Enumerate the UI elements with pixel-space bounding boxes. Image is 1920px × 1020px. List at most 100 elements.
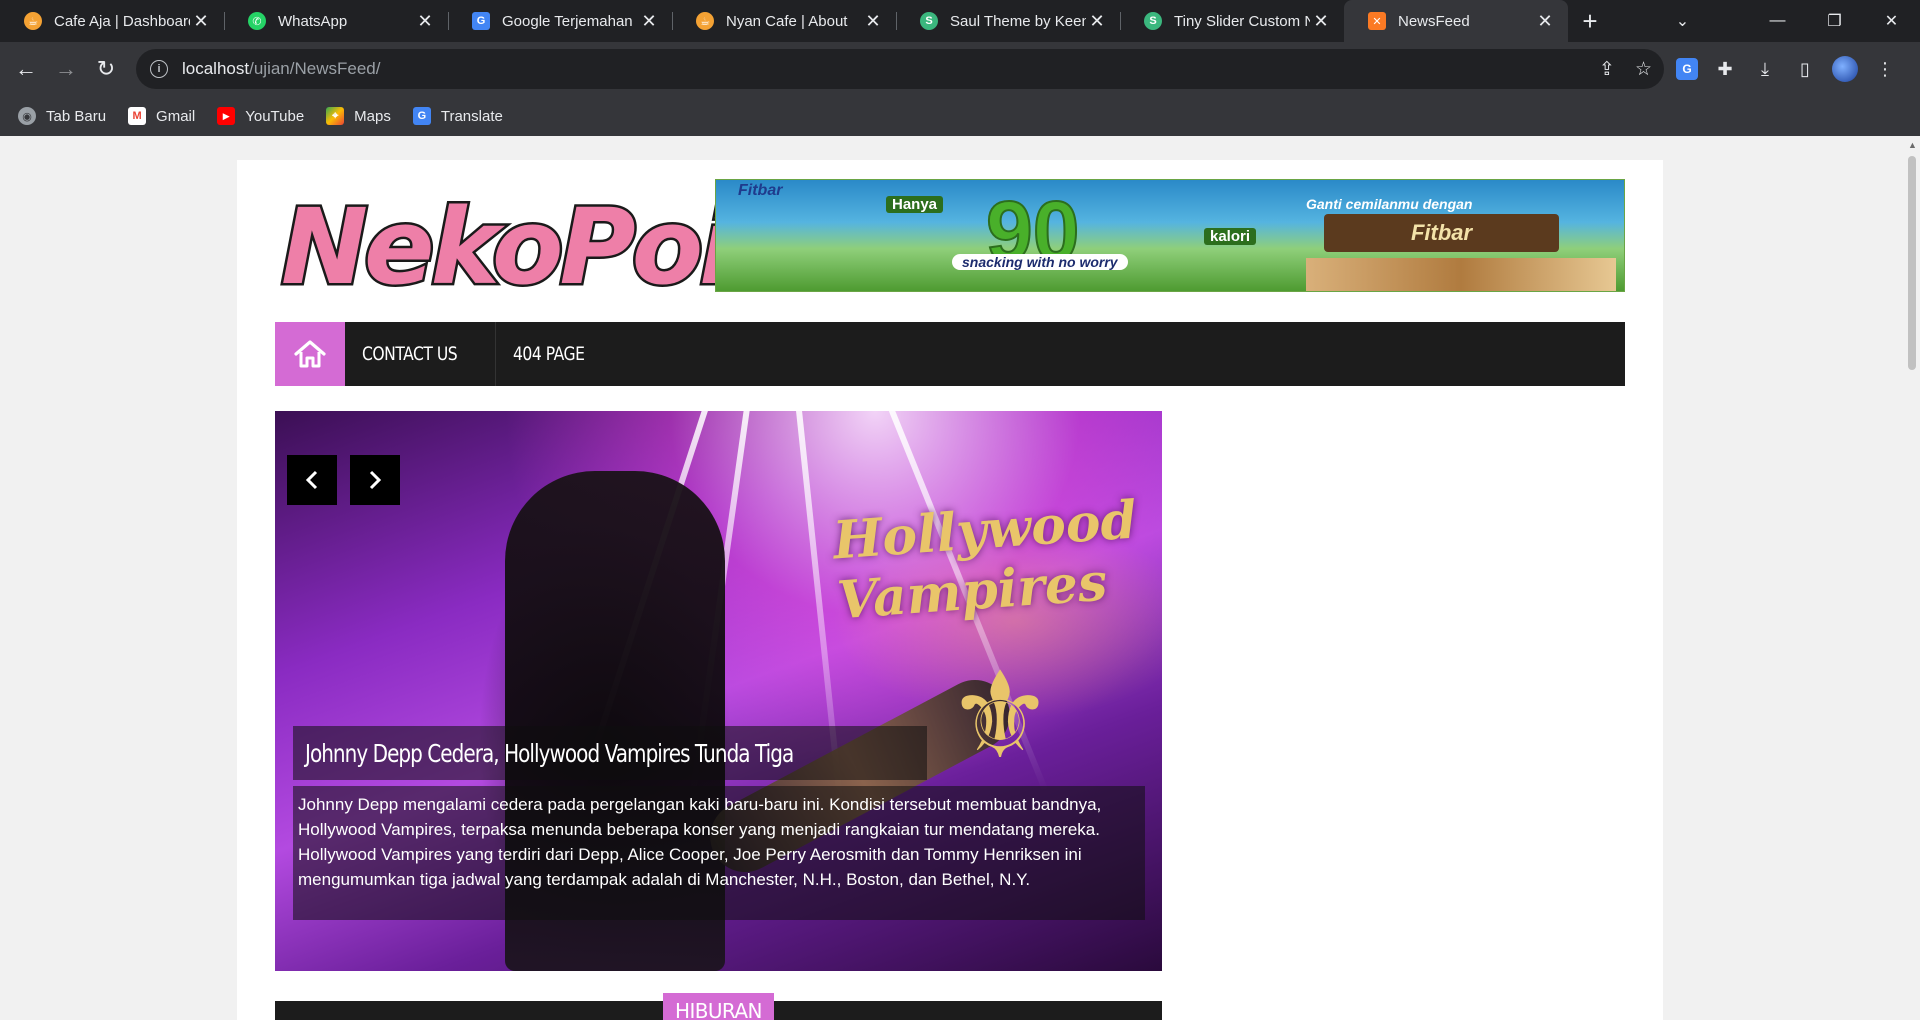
bookmark-label: Gmail <box>156 107 196 125</box>
bookmarks-bar: ◉ Tab Baru M Gmail ▶ YouTube ⌖ Maps G Tr… <box>0 96 1920 136</box>
bookmark-star-icon[interactable]: ☆ <box>1635 58 1652 81</box>
tab-google-translate[interactable]: G Google Terjemahan ✕ <box>448 0 672 42</box>
slide-title-text: Johnny Depp Cedera, Hollywood Vampires T… <box>305 738 794 768</box>
nav-contact-us[interactable]: Contact Us <box>345 322 497 386</box>
section-category-label[interactable]: HIBURAN <box>663 993 774 1020</box>
main-navigation: Contact Us 404 Page <box>275 322 1625 386</box>
tab-title: Cafe Aja | Dashboard <box>54 12 190 30</box>
tab-saul-theme[interactable]: S Saul Theme by Keenth ✕ <box>896 0 1120 42</box>
logo-text: NekoPoi <box>279 184 738 311</box>
close-icon[interactable]: ✕ <box>862 10 884 32</box>
banner-product: Fitbar <box>1324 214 1559 252</box>
banner-hanya: Hanya <box>886 196 944 213</box>
forward-arrow-icon[interactable]: → <box>46 49 86 89</box>
nav-404-page[interactable]: 404 Page <box>496 322 617 386</box>
saul-favicon-icon: S <box>1144 12 1162 30</box>
close-icon[interactable]: ✕ <box>1086 10 1108 32</box>
ad-banner[interactable]: Fitbar Hanya 90 kalori snacking with no … <box>715 179 1625 292</box>
slide-excerpt: Johnny Depp mengalami cedera pada pergel… <box>293 786 1145 920</box>
bookmark-maps[interactable]: ⌖ Maps <box>326 107 391 125</box>
banner-food-image <box>1306 258 1616 291</box>
cafe-favicon-icon: ☕ <box>24 12 42 30</box>
gmail-icon: M <box>128 107 147 125</box>
share-icon[interactable]: ⇪ <box>1599 58 1615 81</box>
download-icon[interactable]: ⤓ <box>1752 56 1778 82</box>
bookmark-tab-baru[interactable]: ◉ Tab Baru <box>18 107 106 125</box>
side-panel-icon[interactable]: ▯ <box>1792 56 1818 82</box>
tab-search-icon[interactable]: ⌄ <box>1654 0 1711 42</box>
info-icon[interactable]: i <box>150 60 168 78</box>
tab-whatsapp[interactable]: ✆ WhatsApp ✕ <box>224 0 448 42</box>
bookmark-translate[interactable]: G Translate <box>412 107 503 125</box>
close-icon[interactable]: ✕ <box>1310 10 1332 32</box>
puzzle-extensions-icon[interactable]: ✚ <box>1712 56 1738 82</box>
globe-icon: ◉ <box>18 107 36 125</box>
slider-next-button[interactable] <box>350 455 400 505</box>
bookmark-label: Tab Baru <box>46 107 107 125</box>
reload-icon[interactable]: ↻ <box>86 49 126 89</box>
slide-title[interactable]: Johnny Depp Cedera, Hollywood Vampires T… <box>293 726 928 780</box>
maps-icon: ⌖ <box>326 107 345 125</box>
browser-toolbar: ← → ↻ i localhost/ujian/NewsFeed/ ⇪ ☆ G … <box>0 42 1920 96</box>
url-host: localhost <box>182 59 250 78</box>
close-icon[interactable]: ✕ <box>1534 10 1556 32</box>
page-scrollbar[interactable]: ▲ <box>1904 136 1920 1020</box>
bookmark-label: YouTube <box>245 107 305 125</box>
tab-nyan-cafe[interactable]: ☕ Nyan Cafe | About ✕ <box>672 0 896 42</box>
home-button[interactable] <box>275 322 345 386</box>
banner-kalori: kalori <box>1204 228 1257 245</box>
tab-title: Google Terjemahan <box>502 12 633 30</box>
banner-brand: Fitbar <box>738 182 783 199</box>
youtube-icon: ▶ <box>217 107 236 125</box>
minimize-icon[interactable]: — <box>1749 0 1806 42</box>
close-window-icon[interactable]: ✕ <box>1863 0 1920 42</box>
scroll-up-icon[interactable]: ▲ <box>1908 140 1917 150</box>
saul-favicon-icon: S <box>920 12 938 30</box>
bat-emblem-icon: ⚜ <box>946 649 1054 783</box>
restore-icon[interactable]: ❐ <box>1806 0 1863 42</box>
page-viewport: NekoPoi Fitbar Hanya 90 kalori snacking … <box>0 136 1904 1020</box>
tab-title: Tiny Slider Custom Na <box>1174 12 1310 30</box>
tab-title: WhatsApp <box>278 12 348 30</box>
slider-prev-button[interactable] <box>287 455 337 505</box>
address-bar[interactable]: i localhost/ujian/NewsFeed/ ⇪ ☆ <box>136 49 1664 89</box>
chevron-left-icon <box>305 470 318 490</box>
close-icon[interactable]: ✕ <box>190 10 212 32</box>
profile-avatar[interactable] <box>1832 56 1858 82</box>
google-translate-icon: G <box>412 107 431 125</box>
home-icon <box>294 340 326 368</box>
back-arrow-icon[interactable]: ← <box>6 49 46 89</box>
tab-title: Saul Theme by Keenth <box>950 12 1086 30</box>
tab-strip: ☕ Cafe Aja | Dashboard ✕ ✆ WhatsApp ✕ G … <box>0 0 1920 42</box>
window-controls: ⌄ — ❐ ✕ <box>1654 0 1920 42</box>
tab-newsfeed[interactable]: ✕ NewsFeed ✕ <box>1344 0 1568 42</box>
site-logo[interactable]: NekoPoi <box>279 180 738 315</box>
bookmark-gmail[interactable]: M Gmail <box>128 107 195 125</box>
close-icon[interactable]: ✕ <box>414 10 436 32</box>
url-path: /ujian/NewsFeed/ <box>249 59 381 78</box>
band-backdrop-text: Hollywood Vampires <box>831 489 1139 632</box>
bookmark-label: Maps <box>354 107 391 125</box>
tab-title: NewsFeed <box>1398 12 1470 30</box>
bookmark-youtube[interactable]: ▶ YouTube <box>217 107 304 125</box>
site-container: NekoPoi Fitbar Hanya 90 kalori snacking … <box>237 160 1663 1020</box>
menu-kebab-icon[interactable]: ⋮ <box>1872 56 1898 82</box>
nav-label: Contact Us <box>362 343 458 365</box>
google-translate-extension-icon[interactable]: G <box>1676 58 1698 80</box>
close-icon[interactable]: ✕ <box>638 10 660 32</box>
chevron-right-icon <box>369 470 382 490</box>
scroll-thumb[interactable] <box>1908 156 1916 370</box>
section-header-bar: HIBURAN <box>275 993 1162 1020</box>
bookmark-label: Translate <box>440 107 503 125</box>
xampp-favicon-icon: ✕ <box>1368 12 1386 30</box>
extensions-area: G ✚ ⤓ ▯ ⋮ <box>1676 42 1898 96</box>
new-tab-button[interactable]: + <box>1568 0 1612 42</box>
tab-tiny-slider[interactable]: S Tiny Slider Custom Na ✕ <box>1120 0 1344 42</box>
cafe-favicon-icon: ☕ <box>696 12 714 30</box>
banner-tagline: snacking with no worry <box>952 254 1128 270</box>
featured-slider: Hollywood Vampires ⚜ Johnny Depp Cedera,… <box>275 411 1162 971</box>
tab-cafe-dashboard[interactable]: ☕ Cafe Aja | Dashboard ✕ <box>0 0 224 42</box>
tab-title: Nyan Cafe | About <box>726 12 848 30</box>
nav-label: 404 Page <box>513 343 585 365</box>
google-translate-favicon-icon: G <box>472 12 490 30</box>
